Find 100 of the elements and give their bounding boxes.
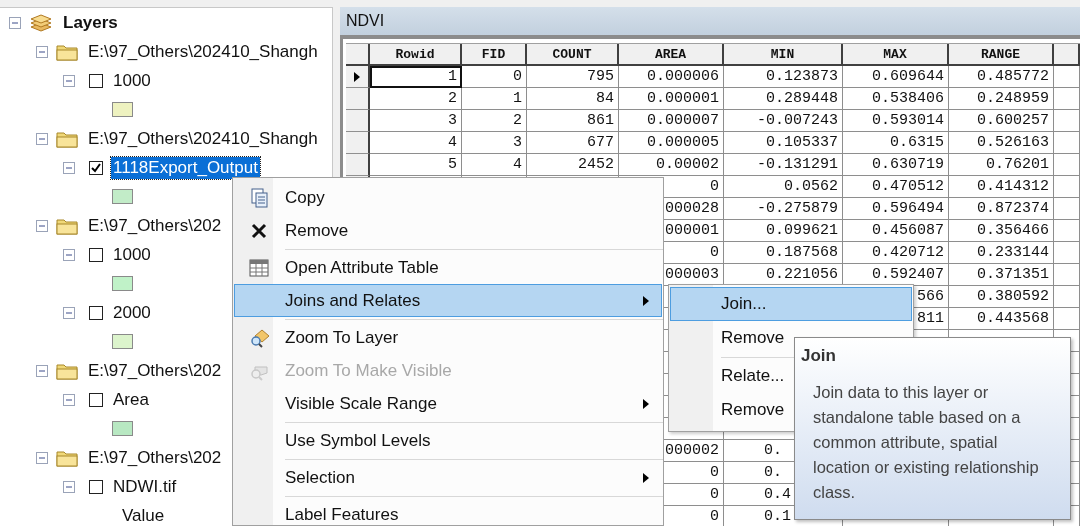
table-cell: 2452 <box>527 154 619 176</box>
folder-icon <box>56 129 78 148</box>
zoom-to-layer-icon <box>249 327 269 348</box>
copy-icon <box>249 187 269 208</box>
table-cell <box>1054 220 1080 242</box>
layer-label[interactable]: Area <box>111 388 151 411</box>
current-row-icon <box>354 71 360 82</box>
legend-label: Value <box>121 504 166 526</box>
submenu-arrow-icon <box>643 398 649 409</box>
table-cell: 0.596494 <box>843 198 949 220</box>
table-cell <box>1054 308 1080 330</box>
checkbox[interactable] <box>89 160 103 175</box>
checkbox[interactable] <box>89 247 103 262</box>
row-header[interactable] <box>346 110 370 132</box>
table-cell: 0.187568 <box>724 242 843 264</box>
table-cell: 0.592407 <box>843 264 949 286</box>
layer-label[interactable]: 1000 <box>111 69 153 92</box>
table-cell <box>1054 198 1080 220</box>
checkbox[interactable] <box>89 479 103 494</box>
table-cell: 84 <box>527 88 619 110</box>
table-cell: 0.76201 <box>949 154 1054 176</box>
table-cell: -0.275879 <box>724 198 843 220</box>
tree-label[interactable]: Layers <box>61 11 120 34</box>
column-header[interactable] <box>1054 44 1080 66</box>
table-cell <box>1054 286 1080 308</box>
table-cell: 0.0562 <box>724 176 843 198</box>
checkbox[interactable] <box>89 73 103 88</box>
table-cell <box>1054 66 1080 88</box>
folder-icon <box>56 361 78 380</box>
folder-icon <box>56 448 78 467</box>
tooltip-title: Join <box>801 346 837 366</box>
table-cell <box>1054 132 1080 154</box>
column-header[interactable]: COUNT <box>527 44 619 66</box>
table-cell: 677 <box>527 132 619 154</box>
table-cell: 0.593014 <box>843 110 949 132</box>
table-cell: 0.000007 <box>619 110 724 132</box>
folder-icon <box>56 42 78 61</box>
table-cell: 2 <box>462 110 527 132</box>
row-header[interactable] <box>346 66 370 88</box>
column-header[interactable]: FID <box>462 44 527 66</box>
table-cell: 0.371351 <box>949 264 1054 286</box>
table-corner[interactable] <box>346 44 370 66</box>
group-label[interactable]: E:\97_Others\202410_Shangh <box>86 127 320 150</box>
column-header[interactable]: RANGE <box>949 44 1054 66</box>
submenu-arrow-icon <box>643 295 649 306</box>
checkbox[interactable] <box>89 392 103 407</box>
table-cell: 795 <box>527 66 619 88</box>
table-cell: 0.470512 <box>843 176 949 198</box>
row-header[interactable] <box>346 88 370 110</box>
table-cell <box>1054 88 1080 110</box>
table-cell: 0 <box>462 66 527 88</box>
group-label[interactable]: E:\97_Others\202 <box>86 359 224 382</box>
table-cell: 0.221056 <box>724 264 843 286</box>
table-cell: 0.538406 <box>843 88 949 110</box>
table-cell: 0.420712 <box>843 242 949 264</box>
column-header[interactable]: MIN <box>724 44 843 66</box>
table-cell: 0.600257 <box>949 110 1054 132</box>
row-header[interactable] <box>346 154 370 176</box>
table-cell: 3 <box>370 110 462 132</box>
window-title: NDVI <box>340 7 1080 35</box>
table-cell: -0.131291 <box>724 154 843 176</box>
table-cell: 0.000005 <box>619 132 724 154</box>
table-cell: 0.872374 <box>949 198 1054 220</box>
table-cell: 0.526163 <box>949 132 1054 154</box>
column-header[interactable]: Rowid <box>370 44 462 66</box>
table-cell: 0.414312 <box>949 176 1054 198</box>
table-cell: 0.123873 <box>724 66 843 88</box>
table-cell <box>1054 110 1080 132</box>
row-header[interactable] <box>346 132 370 154</box>
table-cell: 0.356466 <box>949 220 1054 242</box>
table-cell: 861 <box>527 110 619 132</box>
menu-item[interactable]: Join... <box>670 287 912 321</box>
layers-icon <box>29 11 53 34</box>
column-header[interactable]: MAX <box>843 44 949 66</box>
menu-item[interactable]: Joins and Relates <box>234 284 662 317</box>
table-cell: 0.485772 <box>949 66 1054 88</box>
table-cell: -0.007243 <box>724 110 843 132</box>
submenu-arrow-icon <box>643 472 649 483</box>
table-cell: 0.00002 <box>619 154 724 176</box>
table-cell <box>1054 264 1080 286</box>
group-label[interactable]: E:\97_Others\202 <box>86 446 224 469</box>
table-cell: 0.630719 <box>843 154 949 176</box>
menu-item[interactable]: Visible Scale Range <box>234 387 662 420</box>
layer-label[interactable]: 2000 <box>111 301 153 324</box>
table-cell: 1 <box>462 88 527 110</box>
table-cell: 0.443568 <box>949 308 1054 330</box>
layer-label[interactable]: 1118Export_Output <box>111 156 260 179</box>
checkbox[interactable] <box>89 305 103 320</box>
table-cell: 2 <box>370 88 462 110</box>
column-header[interactable]: AREA <box>619 44 724 66</box>
group-label[interactable]: E:\97_Others\202 <box>86 214 224 237</box>
layer-label[interactable]: NDWI.tif <box>111 475 179 498</box>
menu-item[interactable]: Zoom To Layer <box>234 321 662 354</box>
layer-label[interactable]: 1000 <box>111 243 153 266</box>
table-cell: 5 <box>370 154 462 176</box>
table-cell: 0.099621 <box>724 220 843 242</box>
table-cell: 0.105337 <box>724 132 843 154</box>
table-cell: 0.456087 <box>843 220 949 242</box>
table-cell: 0.289448 <box>724 88 843 110</box>
group-label[interactable]: E:\97_Others\202410_Shangh <box>86 40 320 63</box>
